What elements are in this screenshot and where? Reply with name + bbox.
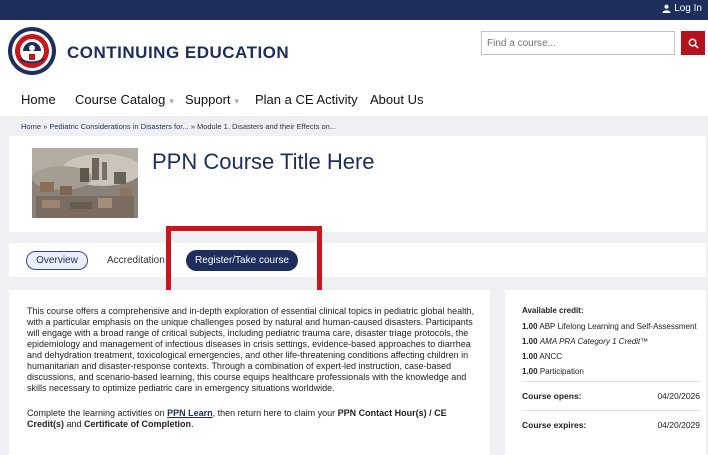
certificate-text: Certificate of Completion — [84, 419, 192, 429]
course-expires-label: Course expires: — [522, 420, 587, 430]
nav-item-course-catalog[interactable]: Course Catalog ▾ — [75, 92, 174, 107]
search-button[interactable] — [681, 31, 705, 55]
description-paragraph: This course offers a comprehensive and i… — [27, 306, 475, 393]
tab-label: Accreditation — [107, 255, 165, 266]
nav-item-support[interactable]: Support ▾ — [185, 92, 239, 107]
credit-item: 1.00 ABP Lifelong Learning and Self-Asse… — [522, 321, 700, 332]
top-bar: Log In — [0, 0, 708, 20]
course-description: This course offers a comprehensive and i… — [27, 306, 485, 444]
nav-label: Plan a CE Activity — [255, 92, 358, 107]
login-link[interactable]: Log In — [662, 3, 702, 14]
nav-item-about-us[interactable]: About Us — [370, 92, 423, 107]
login-label: Log In — [674, 3, 702, 14]
credit-label: AMA PRA Category 1 Credit™ — [539, 337, 649, 346]
credit-info-card: Available credit: 1.00 ABP Lifelong Lear… — [505, 290, 706, 455]
nav-item-home[interactable]: Home — [21, 92, 56, 107]
nav-label: About Us — [370, 92, 424, 107]
tab-overview[interactable]: Overview — [26, 251, 88, 270]
breadcrumb-course[interactable]: Pediatric Considerations in Disasters fo… — [49, 122, 188, 131]
course-header-card: PPN Course Title Here — [9, 136, 706, 232]
breadcrumb: Home » Pediatric Considerations in Disas… — [0, 116, 708, 138]
course-image — [32, 148, 138, 218]
credit-amount: 1.00 — [522, 337, 538, 346]
credit-item: 1.00 ANCC — [522, 351, 700, 362]
nav-label: Course Catalog — [75, 92, 166, 107]
nav-label: Home — [21, 92, 56, 107]
instruction-text: , then return here to claim your — [212, 408, 338, 418]
chevron-down-icon: ▾ — [169, 96, 174, 106]
tab-accreditation[interactable]: Accreditation — [107, 255, 165, 266]
breadcrumb-separator: » — [43, 122, 48, 131]
course-expires-row: Course expires: 04/20/2029 — [522, 410, 700, 439]
credit-label: ANCC — [539, 352, 563, 361]
course-description-card: This course offers a comprehensive and i… — [9, 290, 490, 455]
credit-heading: Available credit: — [522, 306, 584, 315]
instruction-text: Complete the learning activities on — [27, 408, 168, 418]
highlight-annotation — [166, 226, 322, 296]
credit-info: Available credit: 1.00 ABP Lifelong Lear… — [522, 306, 700, 439]
page-title: PPN Course Title Here — [152, 149, 375, 174]
user-icon — [662, 4, 671, 13]
instruction-text: . — [191, 419, 194, 429]
nav-label: Support — [185, 92, 231, 107]
credit-amount: 1.00 — [522, 352, 538, 361]
site-title[interactable]: CONTINUING EDUCATION — [67, 43, 289, 63]
course-expires-date: 04/20/2029 — [657, 420, 700, 430]
breadcrumb-trail: Home » Pediatric Considerations in Disas… — [21, 122, 336, 131]
breadcrumb-current: Module 1. Disasters and their Effects on… — [196, 122, 337, 131]
site-logo[interactable] — [7, 26, 57, 76]
nav-item-plan-ce-activity[interactable]: Plan a CE Activity — [255, 92, 358, 107]
credit-label: Participation — [539, 367, 584, 376]
tab-label: Overview — [36, 255, 78, 266]
chevron-down-icon: ▾ — [234, 96, 240, 106]
instruction-text: and — [64, 419, 85, 429]
credit-item: 1.00 AMA PRA Category 1 Credit™ — [522, 336, 700, 347]
course-opens-row: Course opens: 04/20/2026 — [522, 381, 700, 410]
course-tabs: Overview Accreditation Register/Take cou… — [9, 243, 706, 277]
search-icon — [688, 38, 699, 49]
ppn-learn-link[interactable]: PPN Learn — [167, 408, 213, 418]
breadcrumb-home[interactable]: Home — [21, 122, 41, 131]
main-nav: Home Course Catalog ▾ Support ▾ Plan a CE … — [0, 83, 708, 116]
description-instructions: Complete the learning activities on PPN … — [27, 408, 485, 430]
site-header: CONTINUING EDUCATION — [0, 20, 708, 83]
search-input[interactable] — [481, 31, 675, 55]
credit-label: ABP Lifelong Learning and Self-Assessmen… — [539, 322, 697, 331]
credit-amount: 1.00 — [522, 322, 538, 331]
credit-item: 1.00 Participation — [522, 366, 700, 377]
credit-amount: 1.00 — [522, 367, 538, 376]
breadcrumb-separator: » — [190, 122, 195, 131]
course-opens-date: 04/20/2026 — [657, 391, 700, 401]
course-opens-label: Course opens: — [522, 391, 582, 401]
